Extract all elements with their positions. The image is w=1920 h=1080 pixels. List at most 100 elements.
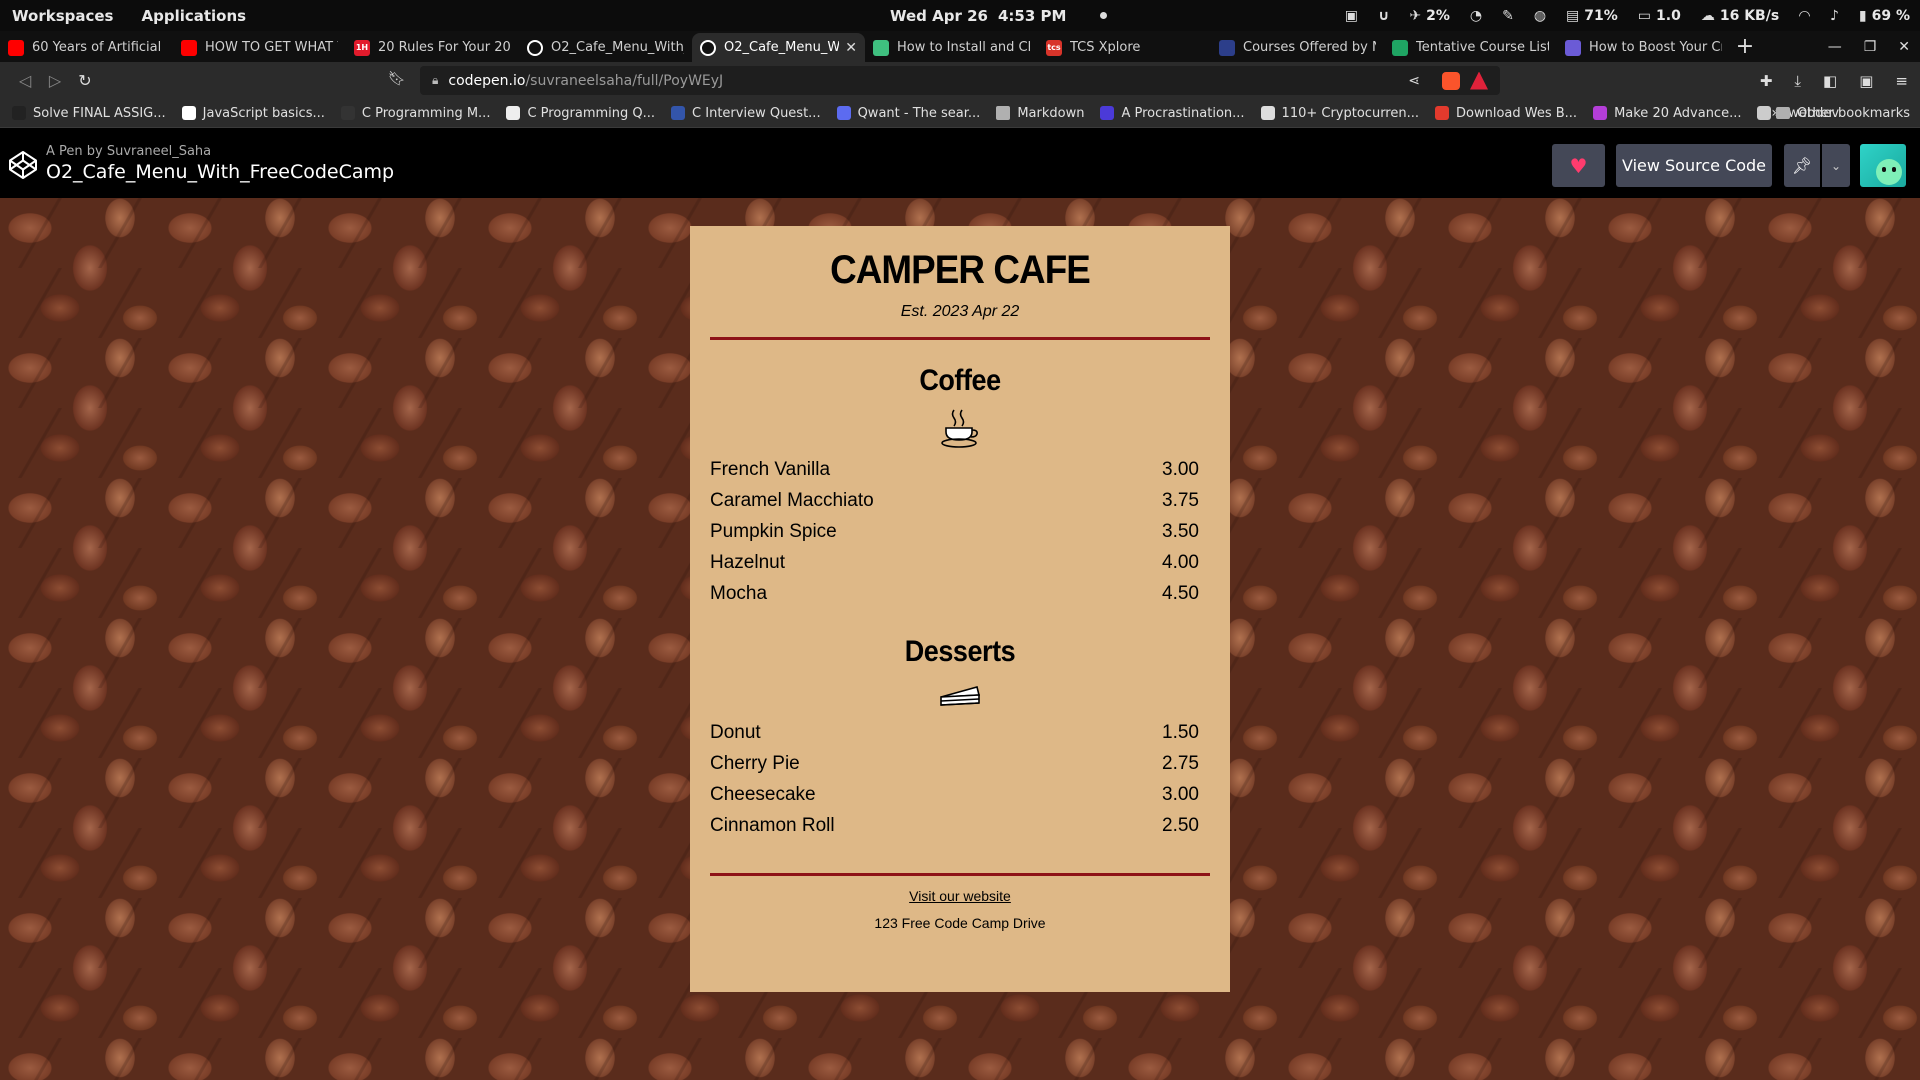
brave-shields-icon[interactable]: [1442, 71, 1460, 90]
user-avatar[interactable]: [1860, 144, 1906, 187]
clipboard-icon[interactable]: ▣: [1345, 8, 1358, 24]
cpu-icon: ✈: [1409, 7, 1422, 24]
volume-icon[interactable]: ♪: [1830, 8, 1839, 24]
menu-card: CAMPER CAFE Est. 2023 Apr 22 Coffee Fren…: [690, 226, 1230, 992]
disk-usage-indicator[interactable]: ▤ 71%: [1566, 8, 1618, 24]
bookmark-favicon-icon: [340, 106, 355, 120]
disk-icon[interactable]: ◍: [1534, 8, 1546, 24]
bookmark-favicon-icon: [1435, 106, 1449, 120]
bookmark-item[interactable]: Solve FINAL ASSIG...: [4, 106, 174, 121]
battery-indicator[interactable]: ▮ 69 %: [1859, 8, 1910, 24]
reload-button[interactable]: ↻: [70, 71, 100, 90]
page-icon: [1565, 39, 1581, 56]
extensions-icon[interactable]: ✚: [1760, 72, 1773, 90]
menu-item-price: 3.50: [1162, 521, 1199, 542]
bookmark-page-icon[interactable]: 🔖︎: [388, 71, 406, 87]
battery-icon: ▮: [1858, 7, 1867, 24]
download-icon[interactable]: ⤓: [1794, 72, 1801, 90]
cafe-address: 123 Free Code Camp Drive: [874, 915, 1046, 931]
system-top-bar: Workspaces Applications Wed Apr 26 4:53 …: [0, 0, 1920, 31]
tab-6[interactable]: tcs TCS Xplore: [1038, 33, 1211, 62]
pin-dropdown-button[interactable]: ⌄: [1822, 144, 1850, 187]
tab-1[interactable]: HOW TO GET WHAT YOU: [173, 33, 346, 62]
menu-item-price: 1.50: [1162, 722, 1199, 743]
minimize-icon[interactable]: —: [1828, 39, 1842, 55]
wallet-icon[interactable]: ▣: [1859, 72, 1873, 90]
bookmark-label: 110+ Cryptocurren...: [1281, 105, 1419, 121]
date-label: Wed Apr 26: [890, 6, 988, 25]
menu-item-price: 4.00: [1162, 552, 1199, 573]
tab-active[interactable]: O2_Cafe_Menu_Wit ✕: [692, 33, 865, 62]
bookmark-item[interactable]: Qwant - The sear...: [829, 106, 989, 121]
magnet-icon[interactable]: ∪: [1378, 8, 1389, 24]
new-tab-button[interactable]: +: [1730, 33, 1760, 62]
menu-item-name: Caramel Macchiato: [710, 490, 874, 511]
tab-2[interactable]: 1H 20 Rules For Your 20's -: [346, 33, 519, 62]
menu-item-price: 2.50: [1162, 815, 1199, 836]
codepen-logo-icon[interactable]: [8, 150, 38, 180]
view-source-button[interactable]: View Source Code: [1616, 144, 1772, 187]
bookmark-item[interactable]: Make 20 Advance...: [1585, 106, 1749, 121]
menu-item-row: Mocha 4.50: [710, 578, 1210, 609]
bookmark-item[interactable]: 110+ Cryptocurren...: [1253, 106, 1427, 121]
gauge-icon[interactable]: ◔: [1470, 8, 1482, 24]
close-window-icon[interactable]: ✕: [1898, 39, 1910, 55]
tab-7[interactable]: Courses Offered by NP: [1211, 33, 1384, 62]
bookmark-label: Markdown: [1017, 105, 1085, 121]
tab-5[interactable]: How to Install and Cha: [865, 33, 1038, 62]
menu-item-name: Cherry Pie: [710, 753, 800, 774]
share-icon[interactable]: ⋖: [1408, 73, 1420, 89]
address-bar[interactable]: 🔒︎ codepen.io/suvraneelsaha/full/PoyWEyJ…: [420, 66, 1500, 95]
sidebar-icon[interactable]: ◧: [1823, 72, 1837, 90]
other-bookmarks-folder[interactable]: Other bookmarks: [1775, 106, 1910, 121]
tab-3[interactable]: O2_Cafe_Menu_With_F: [519, 33, 692, 62]
bookmark-item[interactable]: A Procrastination...: [1092, 106, 1252, 121]
clock[interactable]: Wed Apr 26 4:53 PM: [890, 6, 1108, 25]
close-tab-icon[interactable]: ✕: [839, 40, 857, 56]
tab-8[interactable]: Tentative Course List (: [1384, 33, 1557, 62]
cpu-indicator[interactable]: ✈ 2%: [1409, 8, 1450, 24]
bookmark-item[interactable]: C Programming M...: [333, 106, 499, 121]
pen-author[interactable]: A Pen by Suvraneel_Saha: [46, 144, 394, 159]
wifi-icon[interactable]: ◠: [1799, 8, 1810, 24]
bookmark-item[interactable]: C Interview Quest...: [663, 106, 829, 121]
pen-title: O2_Cafe_Menu_With_FreeCodeCamp: [46, 161, 395, 183]
forward-button[interactable]: ▷: [40, 71, 70, 90]
bookmark-item[interactable]: C Programming Q...: [498, 106, 663, 121]
menu-item-row: Donut 1.50: [710, 717, 1210, 748]
bookmark-favicon-icon: [671, 106, 686, 120]
workspaces-menu[interactable]: Workspaces: [12, 7, 113, 25]
brave-rewards-icon[interactable]: [1470, 71, 1488, 90]
applications-menu[interactable]: Applications: [141, 7, 246, 25]
visit-website-link[interactable]: Visit our website: [909, 888, 1011, 904]
back-button[interactable]: ◁: [10, 71, 40, 90]
menu-item-name: Hazelnut: [710, 552, 785, 573]
bookmark-favicon-icon: [506, 106, 521, 120]
folder-icon: [996, 106, 1011, 120]
pin-button[interactable]: 📌︎: [1784, 144, 1820, 187]
browser-menu-icon[interactable]: ≡: [1895, 72, 1908, 90]
restore-icon[interactable]: ❐: [1864, 39, 1877, 55]
bookmark-item[interactable]: Markdown: [988, 106, 1092, 121]
pencil-icon[interactable]: ✎: [1502, 8, 1514, 24]
bookmark-label: Download Wes B...: [1456, 105, 1578, 121]
bookmark-item[interactable]: JavaScript basics...: [174, 106, 333, 121]
url-path: /suvraneelsaha/full/PoyWEyJ: [525, 72, 724, 89]
tab-label: 60 Years of Artificial Int: [32, 40, 165, 55]
brand-icon: 1H: [354, 39, 370, 56]
menu-item-price: 2.75: [1162, 753, 1199, 774]
tab-label: How to Install and Cha: [897, 40, 1030, 55]
tab-0[interactable]: 60 Years of Artificial Int: [0, 33, 173, 62]
tab-9[interactable]: How to Boost Your Crea: [1557, 33, 1730, 62]
menu-item-price: 4.50: [1162, 583, 1199, 604]
network-speed-indicator[interactable]: ☁ 16 KB/s: [1701, 8, 1779, 24]
bookmark-favicon-icon: [836, 106, 851, 120]
cloud-icon: ☁: [1700, 7, 1715, 24]
codepen-header: A Pen by Suvraneel_Saha O2_Cafe_Menu_Wit…: [0, 128, 1920, 198]
load-indicator[interactable]: ▭ 1.0: [1638, 8, 1681, 24]
bookmark-favicon-icon: [1593, 106, 1608, 120]
bookmark-item[interactable]: Download Wes B...: [1427, 106, 1585, 121]
love-button[interactable]: ♥: [1552, 144, 1605, 187]
menu-item-row: Pumpkin Spice 3.50: [710, 516, 1210, 547]
menu-item-name: Mocha: [710, 583, 768, 604]
